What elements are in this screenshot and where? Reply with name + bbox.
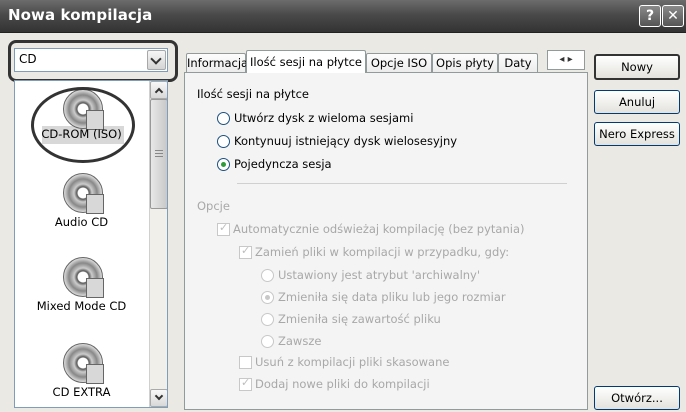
radio-label: Zmieniła się data pliku lub jego rozmiar xyxy=(278,290,506,304)
open-button[interactable]: Otwórz... xyxy=(594,386,680,410)
tab-daty[interactable]: Daty xyxy=(498,53,538,72)
checkbox-label: Automatycznie odświeżaj kompilację (bez … xyxy=(233,222,525,236)
list-item-mixed-mode-cd[interactable]: Mixed Mode CD xyxy=(15,251,148,321)
close-button[interactable]: ✕ xyxy=(662,5,684,27)
tab-opcje-iso[interactable]: Opcje ISO xyxy=(366,53,432,72)
checkbox[interactable] xyxy=(239,376,252,391)
radio-button[interactable] xyxy=(261,269,274,282)
compilation-type-dropdown[interactable]: CD xyxy=(14,48,168,72)
cd-extra-icon xyxy=(62,343,104,384)
radio-button-checked[interactable] xyxy=(261,291,274,304)
tab-opis-plyty[interactable]: Opis płyty xyxy=(432,53,498,72)
cancel-button[interactable]: Anuluj xyxy=(594,90,680,114)
audio-cd-icon xyxy=(62,173,104,214)
help-button[interactable]: ? xyxy=(639,5,661,27)
chevron-down-icon xyxy=(154,391,164,401)
radio-label: Kontynuuj istniejący dysk wielosesyjny xyxy=(234,134,458,148)
checkbox-label: Zamień pliki w kompilacji w przypadku, g… xyxy=(255,245,510,259)
radio-label: Ustawiony jest atrybut 'archiwalny' xyxy=(278,268,481,282)
chevron-down-icon[interactable] xyxy=(147,50,166,70)
nero-express-button[interactable]: Nero Express xyxy=(594,122,680,146)
mixed-mode-cd-icon xyxy=(62,257,104,298)
list-item-audio-cd[interactable]: Audio CD xyxy=(15,167,148,237)
options-group-label: Opcje xyxy=(197,199,230,213)
sessions-tab-panel: Ilość sesji na płytce Utwórz dysk z wiel… xyxy=(184,72,588,410)
new-button[interactable]: Nowy xyxy=(594,54,680,80)
list-item-label: Mixed Mode CD xyxy=(36,299,127,313)
divider xyxy=(237,183,567,184)
radio-label: Zmieniła się zawartość pliku xyxy=(278,312,441,326)
radio-button[interactable] xyxy=(261,313,274,326)
radio-button[interactable] xyxy=(217,112,230,125)
scroll-thumb[interactable] xyxy=(150,99,167,209)
checkbox[interactable] xyxy=(217,221,230,236)
radio-button[interactable] xyxy=(217,135,230,148)
tab-scroll-arrows[interactable]: ◂ ▸ xyxy=(547,50,585,70)
checkbox[interactable] xyxy=(239,356,252,369)
checkbox-label: Dodaj nowe pliki do kompilacji xyxy=(255,377,430,391)
checkbox-label: Usuń z kompilacji pliki skasowane xyxy=(255,355,450,369)
chevron-up-icon xyxy=(154,87,164,97)
scroll-down-button[interactable] xyxy=(150,389,167,407)
tab-ilosc-sesji[interactable]: Ilość sesji na płytce xyxy=(246,50,366,73)
tab-informacja[interactable]: Informacja xyxy=(186,53,248,72)
radio-button-checked[interactable] xyxy=(217,158,230,171)
new-compilation-window: Nowa kompilacja ? ✕ CD CD-ROM (ISO) Audi… xyxy=(0,0,686,412)
sessions-heading: Ilość sesji na płytce xyxy=(197,87,309,101)
list-item-cd-extra[interactable]: CD EXTRA xyxy=(15,337,148,407)
cd-rom-highlight-ring xyxy=(31,87,135,163)
title-bar[interactable]: Nowa kompilacja ? ✕ xyxy=(0,0,686,33)
checkbox[interactable] xyxy=(239,244,252,259)
radio-label: Utwórz dysk z wieloma sesjami xyxy=(234,111,414,125)
list-scrollbar[interactable] xyxy=(149,81,167,407)
scroll-up-button[interactable] xyxy=(150,81,167,99)
list-item-label: Audio CD xyxy=(54,215,109,229)
radio-label: Pojedyncza sesja xyxy=(234,157,332,171)
window-title: Nowa kompilacja xyxy=(8,6,153,24)
list-item-label: CD EXTRA xyxy=(52,385,111,399)
compilation-type-value: CD xyxy=(19,52,37,66)
radio-label: Zawsze xyxy=(278,334,322,348)
radio-button[interactable] xyxy=(261,335,274,348)
